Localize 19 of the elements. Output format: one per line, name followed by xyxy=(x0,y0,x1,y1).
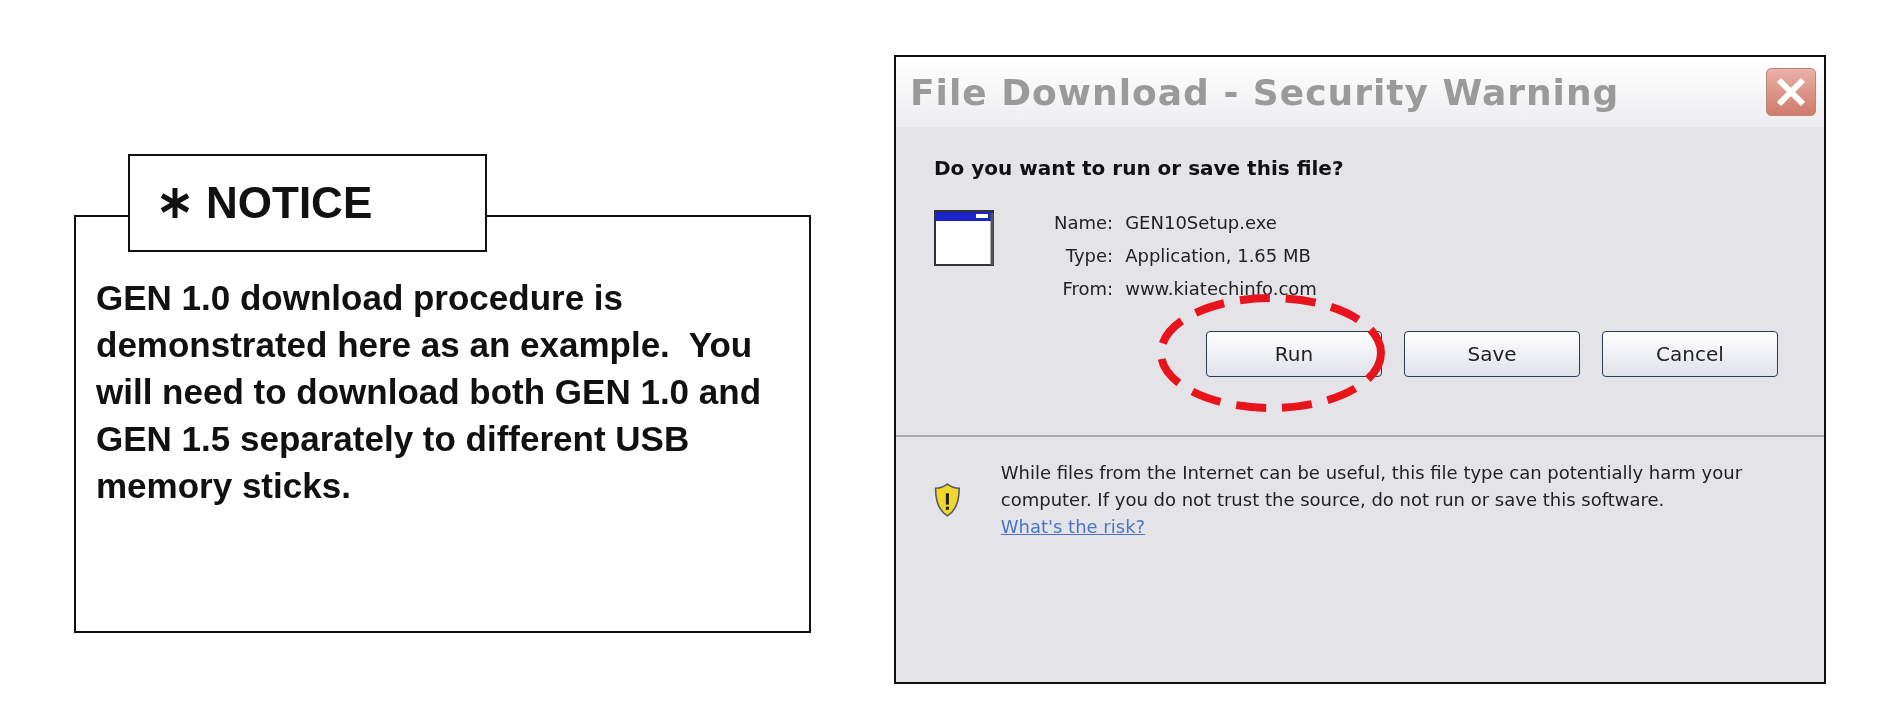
window-title: File Download - Security Warning xyxy=(910,71,1620,113)
warning-text: While files from the Internet can be useful, this file type can potentially harm your computer. If you do not trust the source, do not run or save this software. What's the risk? xyxy=(1000,461,1744,539)
field-label: Type: xyxy=(1064,245,1114,266)
application-icon xyxy=(934,210,994,266)
asterisk-icon xyxy=(158,186,192,220)
risk-link[interactable]: What's the risk? xyxy=(1000,516,1146,537)
close-icon xyxy=(1774,75,1808,109)
close-button[interactable] xyxy=(1766,68,1816,116)
notice-text: GEN 1.0 download procedure is demonstrated here as an example. You will need to download both GEN 1.0 and GEN 1.5 separately to different USB memory sticks. xyxy=(96,277,763,507)
dialog-button[interactable]: Save xyxy=(1404,331,1580,377)
field-value: Application, 1.65 MB xyxy=(1125,245,1312,266)
field-value: www.kiatechinfo.com xyxy=(1125,278,1317,299)
dialog-button[interactable]: Cancel xyxy=(1602,331,1778,377)
dialog-button[interactable]: Run xyxy=(1206,331,1382,377)
notice-title: NOTICE xyxy=(206,178,373,228)
field-label: Name: xyxy=(1054,212,1114,233)
field-label: From: xyxy=(1061,278,1114,299)
dialog-question: Do you want to run or save this file? xyxy=(934,156,1345,180)
field-value: GEN10Setup.exe xyxy=(1125,212,1278,233)
